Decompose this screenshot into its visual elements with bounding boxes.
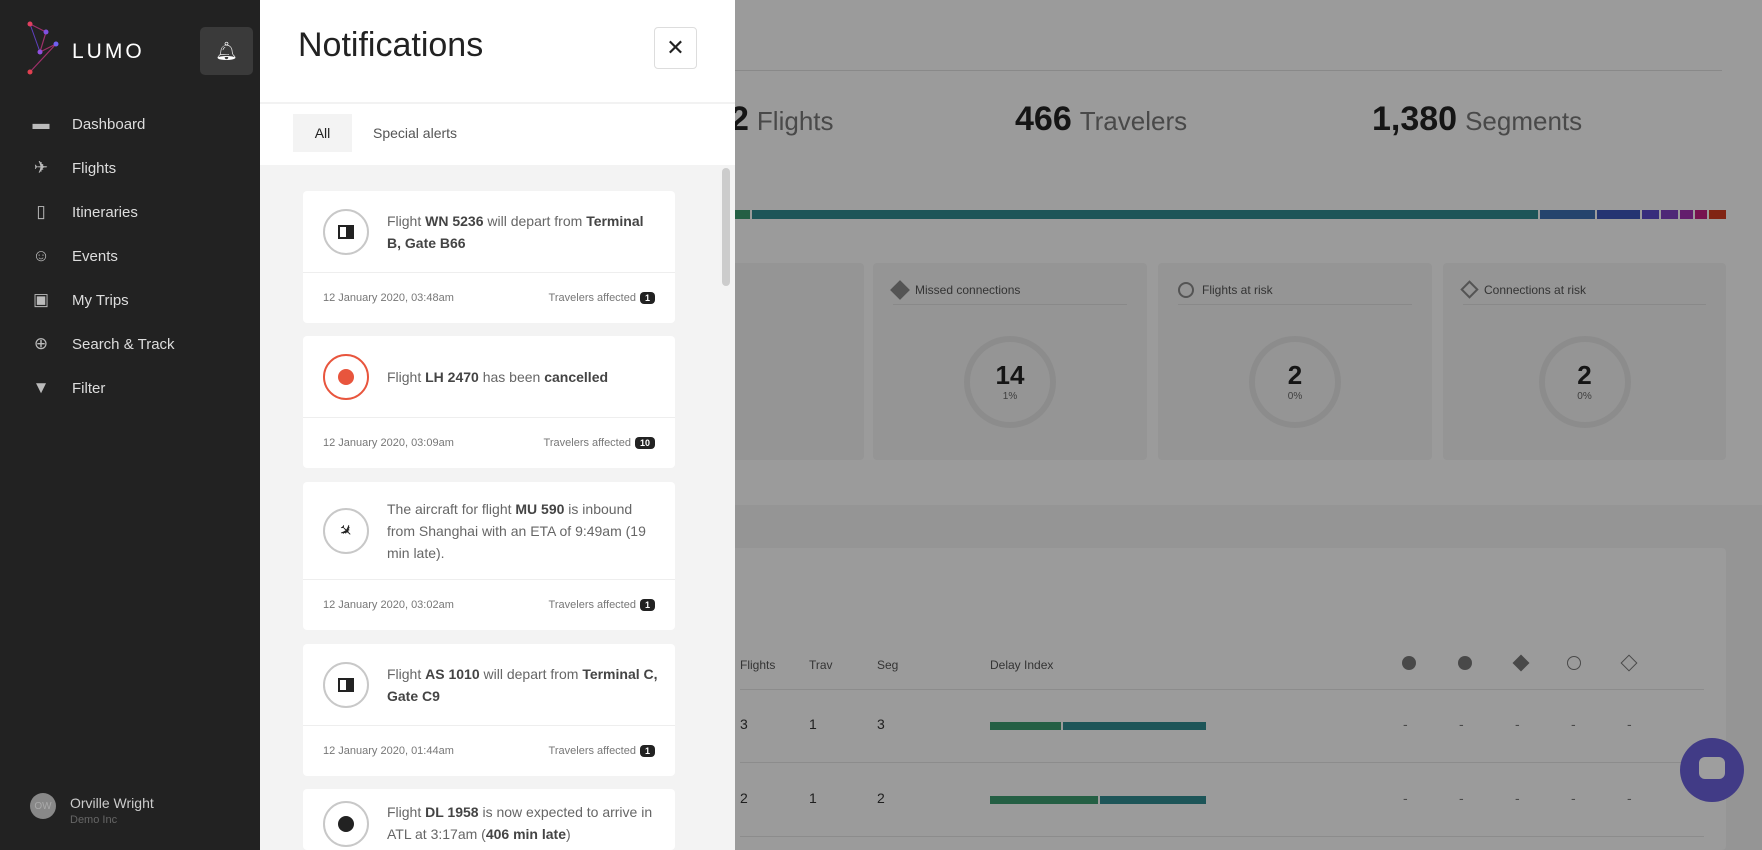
notification-card[interactable]: ✈ The aircraft for flight MU 590 is inbou… xyxy=(303,482,675,630)
plus-circle-icon: ⊕ xyxy=(33,334,49,353)
message-text: will depart from xyxy=(479,665,583,682)
lumo-logo-icon xyxy=(27,21,59,75)
affected-label: Travelers affected xyxy=(543,437,631,449)
travelers-affected: Travelers affected 1 xyxy=(549,745,655,757)
badge-icon: ▣ xyxy=(32,290,50,309)
bell-icon: 🔔︎ xyxy=(215,40,238,61)
notification-card[interactable]: Flight AS 1010 will depart from Terminal… xyxy=(303,644,675,776)
close-button[interactable]: ✕ xyxy=(654,27,697,69)
notification-time: 12 January 2020, 03:02am xyxy=(323,599,454,611)
notification-time: 12 January 2020, 03:09am xyxy=(323,437,454,449)
message-emphasis: AS 1010 xyxy=(425,665,480,682)
affected-count-badge: 1 xyxy=(639,292,655,304)
message-text: ) xyxy=(565,826,571,842)
message-text: Flight xyxy=(387,665,426,682)
gate-icon xyxy=(323,208,369,255)
notification-card[interactable]: Flight WN 5236 will depart from Terminal… xyxy=(303,191,675,323)
notifications-panel: Notifications ✕ All Special alerts Fligh… xyxy=(260,0,735,850)
close-icon: ✕ xyxy=(666,35,685,60)
panel-title: Notifications xyxy=(298,26,484,64)
notification-message: Flight LH 2470 has been cancelled xyxy=(387,366,608,388)
message-text: The aircraft for flight xyxy=(387,500,516,517)
message-text: will depart from xyxy=(483,212,587,229)
notification-list: Flight WN 5236 will depart from Terminal… xyxy=(260,165,735,850)
itinerary-icon: ▯ xyxy=(36,202,46,221)
scrollbar[interactable] xyxy=(722,168,730,286)
sidebar-item-label: Search & Track xyxy=(72,335,175,353)
sidebar-item-label: Dashboard xyxy=(72,115,146,133)
affected-label: Travelers affected xyxy=(548,745,636,757)
notifications-button[interactable]: 🔔︎ xyxy=(200,27,253,75)
message-text: Flight xyxy=(387,368,426,385)
people-icon: ☺ xyxy=(32,246,50,265)
notification-message: The aircraft for flight MU 590 is inboun… xyxy=(387,498,661,564)
message-text: Flight xyxy=(387,212,426,229)
travelers-affected: Travelers affected 10 xyxy=(544,437,655,449)
sidebar-item-label: Itineraries xyxy=(72,203,138,221)
sidebar-item-search-track[interactable]: ⊕ Search & Track xyxy=(30,334,175,354)
message-emphasis: LH 2470 xyxy=(425,368,479,385)
message-emphasis: DL 1958 xyxy=(425,804,479,820)
avatar[interactable]: OW xyxy=(30,793,56,819)
travelers-affected: Travelers affected 1 xyxy=(549,599,655,611)
sidebar-item-flights[interactable]: ✈ Flights xyxy=(30,158,116,178)
affected-count-badge: 1 xyxy=(639,745,655,757)
sidebar-item-itineraries[interactable]: ▯ Itineraries xyxy=(30,202,138,222)
sidebar-item-filter[interactable]: ▼ Filter xyxy=(30,378,106,398)
filter-icon: ▼ xyxy=(32,378,50,397)
message-emphasis: MU 590 xyxy=(515,500,565,517)
sidebar: LUMO 🔔︎ ▬ Dashboard ✈ Flights ▯ Itineraries ☺ E… xyxy=(0,0,260,850)
cancelled-icon xyxy=(323,353,369,400)
sidebar-item-label: Filter xyxy=(72,379,106,397)
avatar-initials: OW xyxy=(34,800,52,812)
affected-label: Travelers affected xyxy=(548,599,636,611)
affected-count-badge: 10 xyxy=(634,437,655,449)
travelers-affected: Travelers affected 1 xyxy=(549,292,655,304)
notification-card[interactable]: Flight DL 1958 is now expected to arrive… xyxy=(303,789,675,850)
arrival-icon: ✈ xyxy=(323,507,369,554)
message-text: has been xyxy=(478,368,545,385)
notification-message: Flight AS 1010 will depart from Terminal… xyxy=(387,663,661,707)
plane-icon: ✈ xyxy=(33,158,49,177)
message-emphasis: 406 min late xyxy=(485,826,566,842)
sidebar-item-events[interactable]: ☺ Events xyxy=(30,246,118,266)
tab-all[interactable]: All xyxy=(293,114,352,152)
dashboard-icon: ▬ xyxy=(32,114,50,133)
notification-message: Flight DL 1958 is now expected to arrive… xyxy=(387,801,661,845)
notification-card[interactable]: Flight LH 2470 has been cancelled 12 Jan… xyxy=(303,336,675,468)
sidebar-item-label: My Trips xyxy=(72,291,129,309)
sidebar-item-label: Flights xyxy=(72,159,117,177)
affected-label: Travelers affected xyxy=(548,292,636,304)
notification-message: Flight WN 5236 will depart from Terminal… xyxy=(387,210,661,254)
clock-icon xyxy=(323,801,369,847)
sidebar-item-dashboard[interactable]: ▬ Dashboard xyxy=(30,114,146,134)
notification-time: 12 January 2020, 03:48am xyxy=(323,292,454,304)
user-company: Demo Inc xyxy=(70,814,118,826)
message-emphasis: WN 5236 xyxy=(425,212,484,229)
gate-icon xyxy=(323,661,369,708)
tab-special-alerts[interactable]: Special alerts xyxy=(373,114,457,152)
divider xyxy=(260,102,735,104)
message-emphasis: cancelled xyxy=(544,368,609,385)
user-name[interactable]: Orville Wright xyxy=(70,795,154,811)
affected-count-badge: 1 xyxy=(639,599,655,611)
sidebar-item-label: Events xyxy=(72,247,118,265)
message-text: Flight xyxy=(387,804,426,820)
brand-name: LUMO xyxy=(72,40,145,63)
notification-time: 12 January 2020, 01:44am xyxy=(323,745,454,757)
sidebar-item-my-trips[interactable]: ▣ My Trips xyxy=(30,290,129,310)
